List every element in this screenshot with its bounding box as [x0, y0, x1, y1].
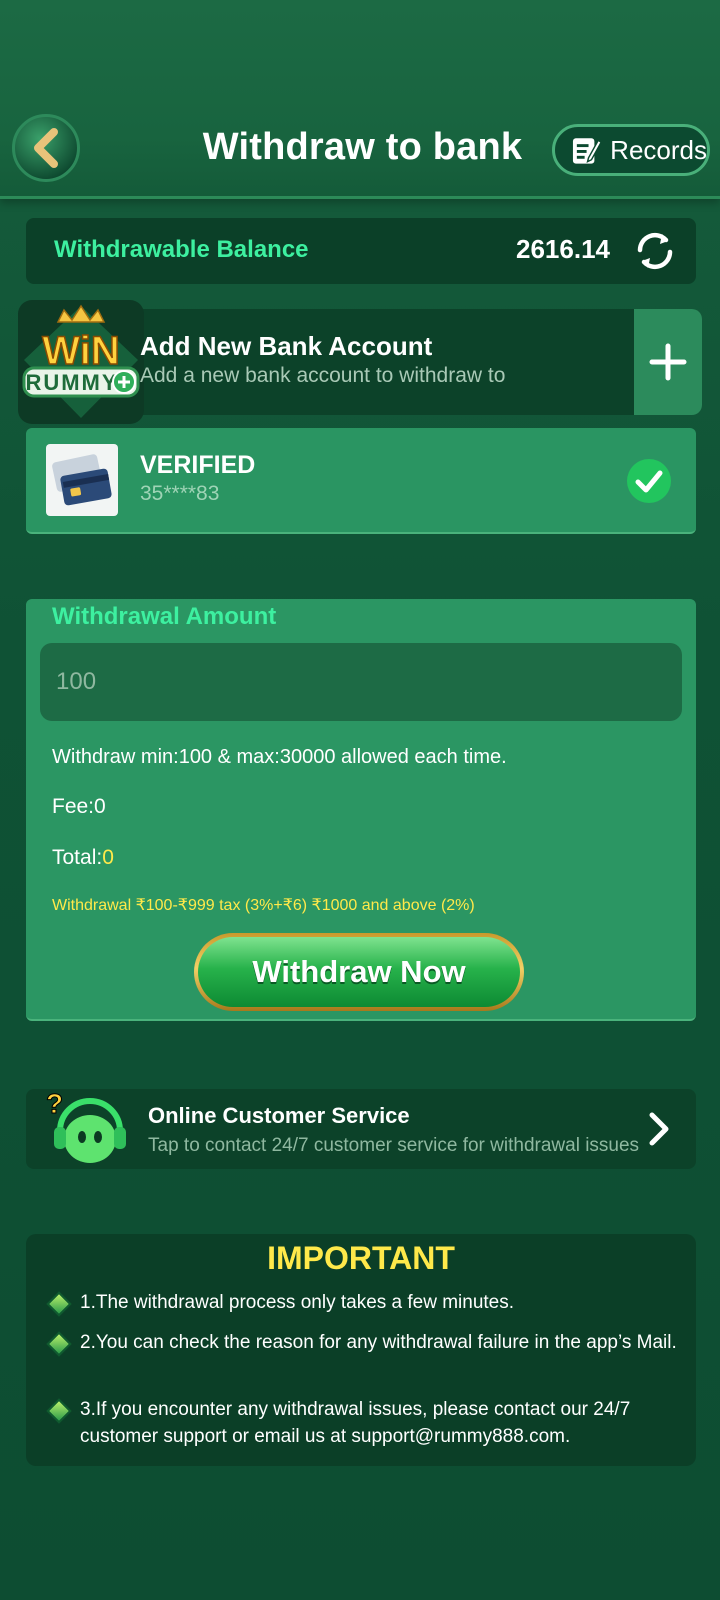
headset-bot-icon: ? — [46, 1088, 126, 1163]
records-label: Records — [610, 134, 707, 165]
add-bank-button[interactable] — [634, 309, 702, 415]
withdraw-now-label: Withdraw Now — [198, 937, 520, 1007]
chevron-right-icon — [649, 1112, 669, 1146]
balance-label: Withdrawable Balance — [54, 236, 309, 263]
win-rummy-logo-icon: WiN RUMMY — [22, 304, 140, 418]
customer-service-subtitle: Tap to contact 24/7 customer service for… — [148, 1135, 640, 1156]
card-icon-box — [46, 444, 118, 516]
tax-note: Withdrawal ₹100-₹999 tax (3%+₹6) ₹1000 a… — [52, 897, 475, 914]
total-row: Total:0 — [52, 846, 114, 870]
check-circle-icon — [627, 459, 671, 503]
withdrawal-amount-input[interactable] — [40, 643, 682, 721]
bank-account-card[interactable]: VERIFIED 35****83 — [26, 428, 696, 534]
account-status: VERIFIED — [140, 451, 256, 479]
withdraw-limits: Withdraw min:100 & max:30000 allowed eac… — [52, 746, 507, 768]
withdraw-now-button[interactable]: Withdraw Now — [194, 933, 524, 1011]
balance-card: Withdrawable Balance 2616.14 — [26, 218, 696, 284]
withdrawal-panel: Withdrawal Amount Withdraw min:100 & max… — [26, 599, 696, 1021]
important-item: 3.If you encounter any withdrawal issues… — [46, 1396, 678, 1450]
plus-icon — [649, 343, 687, 381]
important-title: IMPORTANT — [267, 1240, 455, 1276]
fee-text: Fee:0 — [52, 795, 106, 818]
important-item-text: 1.The withdrawal process only takes a fe… — [80, 1292, 515, 1313]
logo-text-bottom: RUMMY — [25, 370, 118, 395]
total-value: 0 — [102, 846, 114, 869]
add-bank-subtitle: Add a new bank account to withdraw to — [140, 364, 506, 387]
customer-service-row[interactable]: ? Online Customer Service Tap to contact… — [26, 1088, 696, 1169]
chevron-left-icon — [34, 128, 58, 168]
add-bank-title: Add New Bank Account — [140, 331, 433, 361]
account-number: 35****83 — [140, 482, 220, 505]
credit-card-icon — [52, 454, 112, 506]
important-item-text: 2.You can check the reason for any withd… — [80, 1332, 677, 1353]
notepad-pencil-icon — [572, 138, 603, 164]
withdrawal-amount-title: Withdrawal Amount — [52, 603, 277, 630]
logo-text-top: WiN — [42, 329, 119, 373]
balance-value: 2616.14 — [516, 234, 610, 264]
header-bar: Withdraw to bank Records — [0, 0, 720, 199]
back-button[interactable] — [12, 114, 80, 182]
app-logo: WiN RUMMY — [18, 300, 144, 424]
important-item: 2.You can check the reason for any withd… — [46, 1329, 678, 1357]
important-item: 1.The withdrawal process only takes a fe… — [46, 1289, 678, 1317]
total-label: Total: — [52, 846, 103, 869]
important-notice: IMPORTANT 1.The withdrawal process only … — [26, 1234, 696, 1466]
page-title: Withdraw to bank — [202, 126, 523, 168]
refresh-icon[interactable] — [632, 228, 678, 274]
svg-text:?: ? — [46, 1088, 63, 1119]
important-item-text: 3.If you encounter any withdrawal issues… — [80, 1399, 631, 1447]
records-button[interactable]: Records — [552, 124, 710, 176]
customer-service-title: Online Customer Service — [148, 1103, 410, 1128]
